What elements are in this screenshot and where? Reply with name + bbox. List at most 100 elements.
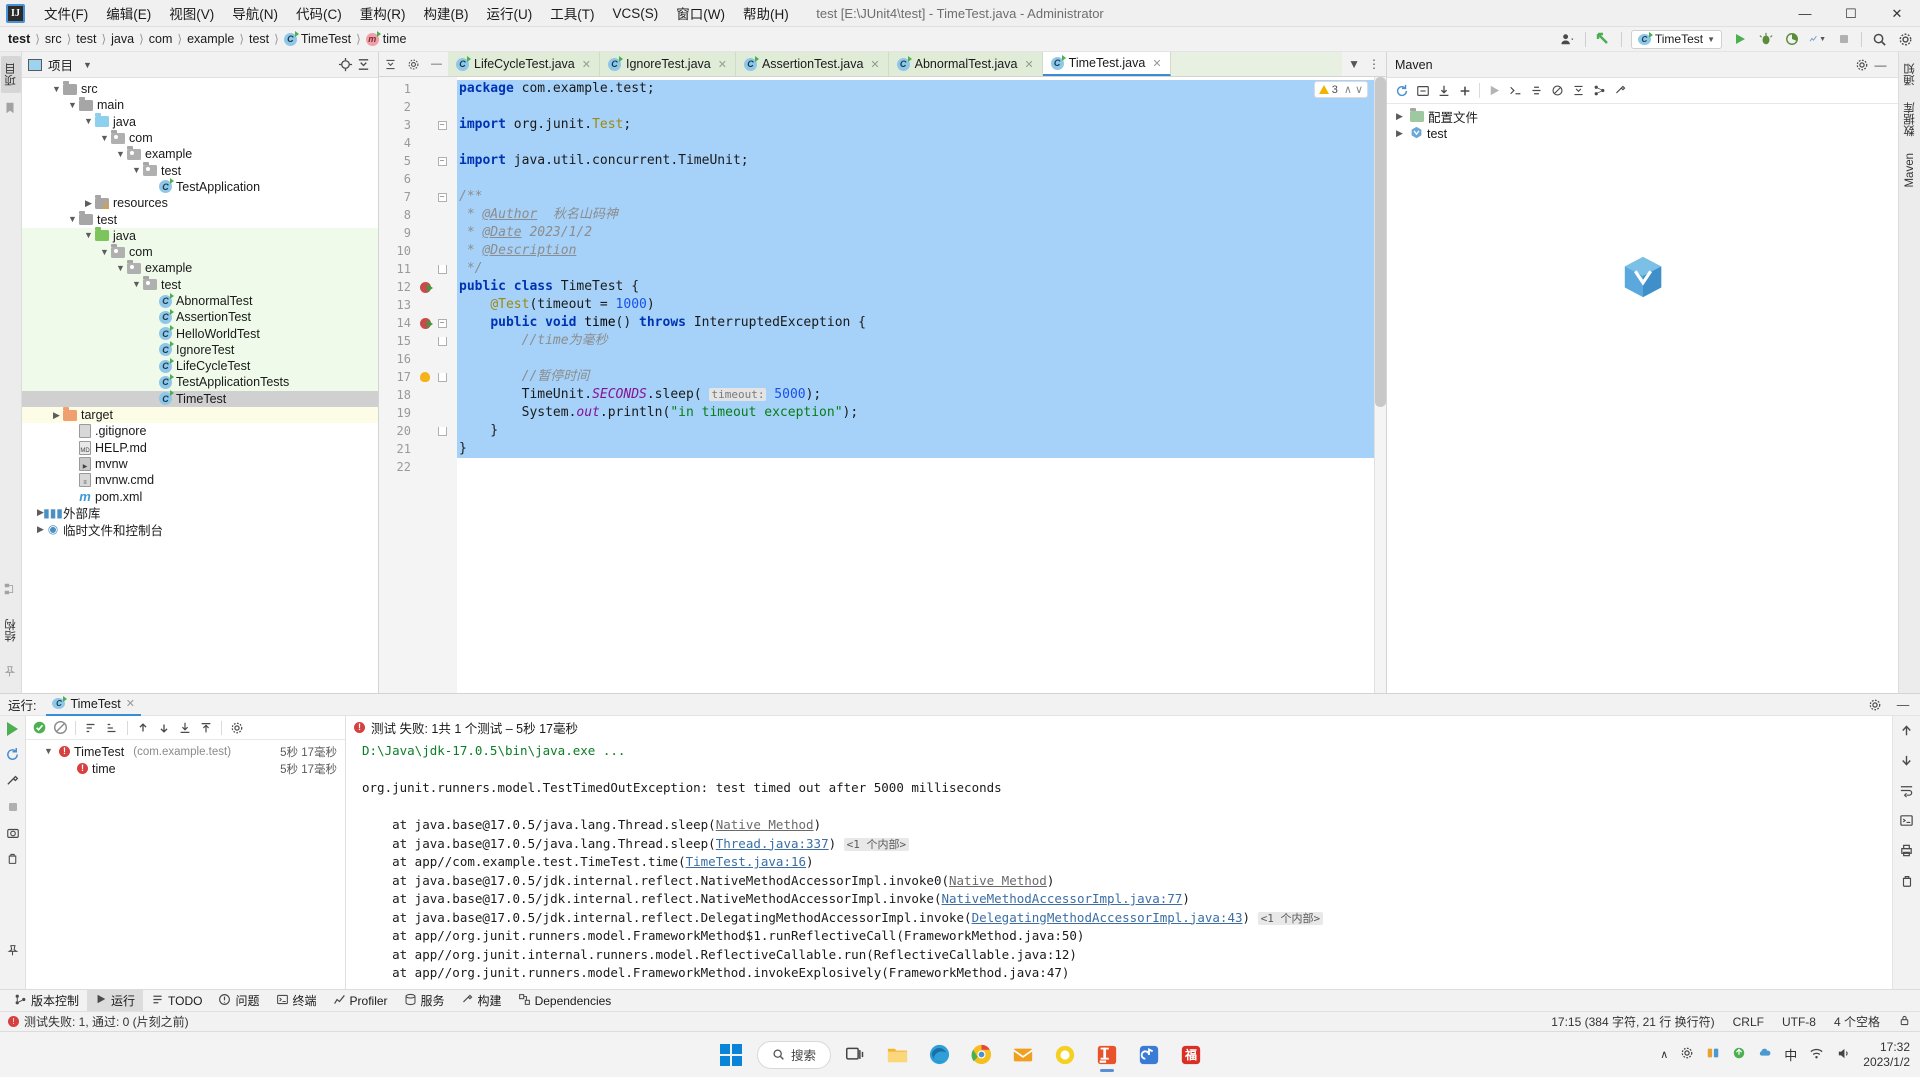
project-tree-row[interactable]: ▼ example xyxy=(22,259,378,277)
breadcrumb-project[interactable]: test xyxy=(8,32,30,46)
status-lock-icon[interactable] xyxy=(1889,1014,1920,1030)
chevron-right-icon[interactable]: ▶ xyxy=(66,492,79,501)
chrome-icon[interactable] xyxy=(963,1037,999,1073)
tray-network-icon[interactable] xyxy=(1706,1046,1720,1063)
close-icon[interactable]: ✕ xyxy=(126,697,135,710)
console-line[interactable]: D:\Java\jdk-17.0.5\bin\java.exe ... xyxy=(362,742,1920,761)
project-tree-row[interactable]: ▼ test xyxy=(22,276,378,293)
gutter-line[interactable]: 14 − xyxy=(379,314,457,332)
chevron-right-icon[interactable]: ▶ xyxy=(146,182,159,191)
apps-icon[interactable] xyxy=(1047,1037,1083,1073)
maven-settings-gear-icon[interactable] xyxy=(1852,55,1871,74)
gutter-line[interactable]: 2 xyxy=(379,98,457,116)
chevron-down-icon[interactable]: ▼ xyxy=(130,166,143,175)
stack-frame-link[interactable]: Thread.java:337 xyxy=(716,836,829,851)
code-line[interactable]: package com.example.test; xyxy=(457,80,1386,98)
status-caret-position[interactable]: 17:15 (384 字符, 21 行 换行符) xyxy=(1542,1013,1723,1030)
fold-collapse-icon[interactable]: − xyxy=(437,192,447,202)
code-line[interactable]: //time为毫秒 xyxy=(457,332,1386,350)
code-line[interactable] xyxy=(457,350,1386,368)
gutter-line[interactable]: 15 xyxy=(379,332,457,350)
editor-tab[interactable]: C AbnormalTest.java ✕ xyxy=(888,52,1043,76)
settings-gear-icon[interactable] xyxy=(406,57,421,72)
project-tree-row[interactable]: ▶ target xyxy=(22,406,378,424)
toggle-skip-tests-icon[interactable] xyxy=(1527,81,1546,100)
status-line-separator[interactable]: CRLF xyxy=(1724,1015,1773,1029)
reload-project-icon[interactable] xyxy=(1392,81,1411,100)
code-line[interactable]: TimeUnit.SECONDS.sleep( timeout: 5000); xyxy=(457,386,1386,404)
project-tree-row[interactable]: ▶≡ mvnw.cmd xyxy=(22,472,378,488)
project-tree[interactable]: ▼src▼main▼java▼com▼example▼test▶CTestApp… xyxy=(22,78,378,693)
project-tree-row[interactable]: ▼ com xyxy=(22,243,378,261)
project-tree-row[interactable]: ▼ com xyxy=(22,129,378,146)
import-tests-icon[interactable] xyxy=(176,719,194,737)
chevron-down-icon[interactable]: ▼ xyxy=(98,133,111,143)
console-line[interactable]: at java.base@17.0.5/jdk.internal.reflect… xyxy=(362,909,1920,928)
clear-console-icon[interactable] xyxy=(1898,872,1915,889)
more-tabs-icon[interactable]: ⋮ xyxy=(1368,57,1380,71)
code-line[interactable]: } xyxy=(457,422,1386,440)
chevron-right-icon[interactable]: ▶ xyxy=(66,476,79,485)
chevron-down-icon[interactable]: ▼ xyxy=(114,149,127,159)
menu-navigate[interactable]: 导航(N) xyxy=(223,0,287,27)
breadcrumb-class[interactable]: C TimeTest xyxy=(283,30,351,46)
debug-button[interactable] xyxy=(1757,31,1774,48)
show-passed-icon[interactable] xyxy=(30,719,48,737)
project-tree-row[interactable]: ▶ .gitignore xyxy=(22,423,378,439)
chevron-right-icon[interactable]: ▶ xyxy=(1393,129,1406,138)
editor-tab[interactable]: C IgnoreTest.java ✕ xyxy=(599,52,736,76)
collapsed-frames-badge[interactable]: <1 个内部> xyxy=(843,837,910,851)
project-tree-row[interactable]: ▶▶ mvnw xyxy=(22,456,378,472)
rail-tab-database[interactable]: 数据库 xyxy=(1900,95,1920,144)
console-line[interactable]: at java.base@17.0.5/java.lang.Thread.sle… xyxy=(362,816,1920,835)
rerun-run-icon[interactable] xyxy=(4,720,21,737)
chevron-right-icon[interactable]: ▶ xyxy=(146,394,159,403)
chevron-right-icon[interactable]: ▶ xyxy=(66,459,79,468)
chevron-right-icon[interactable]: ▶ xyxy=(1393,112,1406,121)
test-results-tree[interactable]: ▼! TimeTest (com.example.test) 5秒 17毫秒! time… xyxy=(26,716,346,989)
sort-alphabetically-icon[interactable] xyxy=(82,719,100,737)
chevron-down-icon[interactable]: ▼ xyxy=(50,84,63,94)
code-line[interactable]: */ xyxy=(457,260,1386,278)
tray-expand-icon[interactable]: ∧ xyxy=(1660,1048,1668,1061)
toolwindow-button-服务[interactable]: 服务 xyxy=(396,990,453,1012)
chevron-down-icon[interactable]: ▼ xyxy=(114,263,127,273)
chevron-right-icon[interactable]: ▶ xyxy=(82,198,95,208)
intention-bulb-icon[interactable] xyxy=(420,372,430,382)
gutter-line[interactable]: 10 xyxy=(379,242,457,260)
project-tree-row[interactable]: ▶ ▮▮▮ 外部库 xyxy=(22,505,378,522)
toolwindow-button-构建[interactable]: 构建 xyxy=(453,990,510,1012)
project-tree-row[interactable]: ▼ main xyxy=(22,96,378,113)
code-line[interactable] xyxy=(457,134,1386,152)
toolwindow-button-运行[interactable]: 运行 xyxy=(87,989,144,1012)
rail-tab-maven[interactable]: Maven xyxy=(1902,146,1918,195)
stop-button[interactable] xyxy=(1835,31,1852,48)
chevron-down-icon[interactable]: ▼ xyxy=(98,247,111,257)
gutter-line[interactable]: 17 xyxy=(379,368,457,386)
chevron-down-icon[interactable]: ▼ xyxy=(130,280,143,289)
menu-edit[interactable]: 编辑(E) xyxy=(97,0,160,27)
code-line[interactable]: * @Date 2023/1/2 xyxy=(457,224,1386,242)
gutter-line[interactable]: 5− xyxy=(379,152,457,170)
export-tests-icon[interactable] xyxy=(197,719,215,737)
prev-failed-icon[interactable] xyxy=(134,719,152,737)
menu-run[interactable]: 运行(U) xyxy=(478,0,542,27)
menu-file[interactable]: 文件(F) xyxy=(35,0,97,27)
breadcrumb-test[interactable]: test xyxy=(76,32,96,46)
breadcrumb-com[interactable]: com xyxy=(149,32,173,46)
tray-wifi-icon[interactable] xyxy=(1809,1046,1824,1064)
project-tree-row[interactable]: ▶ ◉ 临时文件和控制台 xyxy=(22,521,378,538)
prev-problem-icon[interactable]: ∧ xyxy=(1344,83,1352,96)
project-tree-row[interactable]: ▼ example xyxy=(22,145,378,162)
editor-tab[interactable]: C TimeTest.java ✕ xyxy=(1042,52,1171,76)
code-line[interactable]: System.out.println("in timeout exception… xyxy=(457,404,1386,422)
sort-duration-icon[interactable] xyxy=(103,719,121,737)
maven-tree-row[interactable]: ▶ test xyxy=(1387,125,1898,142)
edit-configuration-icon[interactable] xyxy=(4,772,21,789)
run-maven-goal-icon[interactable] xyxy=(1485,81,1504,100)
maximize-button[interactable]: ☐ xyxy=(1828,0,1874,27)
test-tree-row[interactable]: ! time 5秒 17毫秒 xyxy=(26,760,345,777)
editor-tab[interactable]: C AssertionTest.java ✕ xyxy=(735,52,889,76)
menu-tools[interactable]: 工具(T) xyxy=(541,0,603,27)
chevron-down-icon[interactable]: ▼ xyxy=(42,747,55,756)
